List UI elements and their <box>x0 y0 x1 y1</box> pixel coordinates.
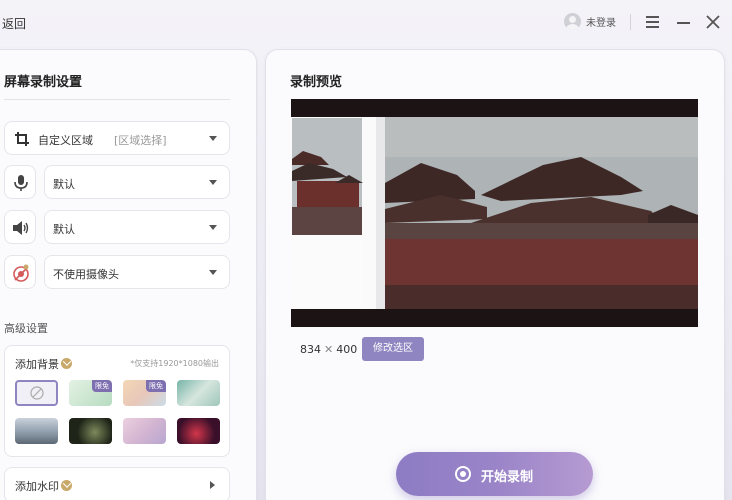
free-tag: 限免 <box>146 380 166 392</box>
start-recording-button[interactable]: 开始录制 <box>396 452 593 496</box>
start-recording-label: 开始录制 <box>481 470 534 485</box>
camera-toggle[interactable] <box>4 255 36 289</box>
no-background-icon <box>30 386 44 400</box>
resolution-display: 834 ✕ 400 <box>300 343 357 356</box>
back-button[interactable]: 返回 <box>2 15 26 32</box>
background-mountains[interactable] <box>15 418 58 444</box>
background-pink-mist[interactable] <box>123 418 166 444</box>
vip-badge-icon <box>61 480 72 491</box>
chevron-right-icon <box>210 481 215 489</box>
chevron-down-icon <box>209 180 217 185</box>
background-mint[interactable]: 限免 <box>69 380 112 406</box>
background-title: 添加背景 <box>15 356 72 372</box>
background-title-text: 添加背景 <box>15 358 59 371</box>
speaker-icon <box>13 221 29 235</box>
chevron-down-icon <box>209 136 217 141</box>
preview-title: 录制预览 <box>290 75 343 90</box>
resolution-height: 400 <box>336 343 358 356</box>
settings-panel: 屏幕录制设置 自定义区域 [区域选择] 默认 默认 不使用摄像头 高级设置 添加… <box>0 50 256 500</box>
watermark-title: 添加水印 <box>15 478 72 494</box>
area-select[interactable]: 自定义区域 [区域选择] <box>4 121 230 155</box>
watermark-row[interactable]: 添加水印 <box>4 467 230 500</box>
close-icon[interactable] <box>704 12 722 32</box>
title-bar-divider <box>630 14 631 30</box>
microphone-toggle[interactable] <box>4 165 36 199</box>
microphone-select[interactable]: 默认 <box>44 165 230 199</box>
user-status-label: 未登录 <box>586 18 616 29</box>
camera-select[interactable]: 不使用摄像头 <box>44 255 230 289</box>
vip-badge-icon <box>61 358 72 369</box>
minimize-icon[interactable] <box>675 12 693 32</box>
chevron-down-icon <box>209 225 217 230</box>
login-button[interactable]: 未登录 <box>564 13 616 30</box>
advanced-settings-label: 高级设置 <box>4 322 48 335</box>
background-red-glow[interactable] <box>177 418 220 444</box>
recording-preview[interactable] <box>291 99 698 327</box>
background-teal[interactable] <box>177 380 220 406</box>
settings-divider <box>4 99 230 100</box>
settings-title: 屏幕录制设置 <box>4 75 83 90</box>
modify-selection-button[interactable]: 修改选区 <box>362 337 424 361</box>
camera-off-icon <box>13 264 29 282</box>
area-mode-label: 自定义区域 <box>38 134 93 147</box>
title-bar: 返回 未登录 <box>0 0 732 44</box>
menu-icon[interactable] <box>644 12 662 32</box>
watermark-title-text: 添加水印 <box>15 480 59 493</box>
background-none[interactable] <box>15 380 58 406</box>
camera-value: 不使用摄像头 <box>53 268 119 281</box>
record-icon <box>455 466 471 482</box>
speaker-toggle[interactable] <box>4 210 36 244</box>
speaker-select[interactable]: 默认 <box>44 210 230 244</box>
preview-image <box>291 99 698 327</box>
background-card: 添加背景 *仅支持1920*1080输出 限免 限免 <box>4 345 230 457</box>
microphone-icon <box>14 175 28 191</box>
chevron-down-icon <box>209 270 217 275</box>
free-tag: 限免 <box>92 380 112 392</box>
user-avatar-icon <box>564 13 581 30</box>
background-note: *仅支持1920*1080输出 <box>130 359 219 368</box>
background-peach[interactable]: 限免 <box>123 380 166 406</box>
resolution-width: 834 <box>300 343 321 356</box>
area-hint-label: [区域选择] <box>114 134 167 147</box>
microphone-value: 默认 <box>53 178 75 191</box>
speaker-value: 默认 <box>53 223 75 236</box>
background-dark-forest[interactable] <box>69 418 112 444</box>
resolution-separator: ✕ <box>324 343 334 356</box>
crop-icon <box>15 132 29 146</box>
